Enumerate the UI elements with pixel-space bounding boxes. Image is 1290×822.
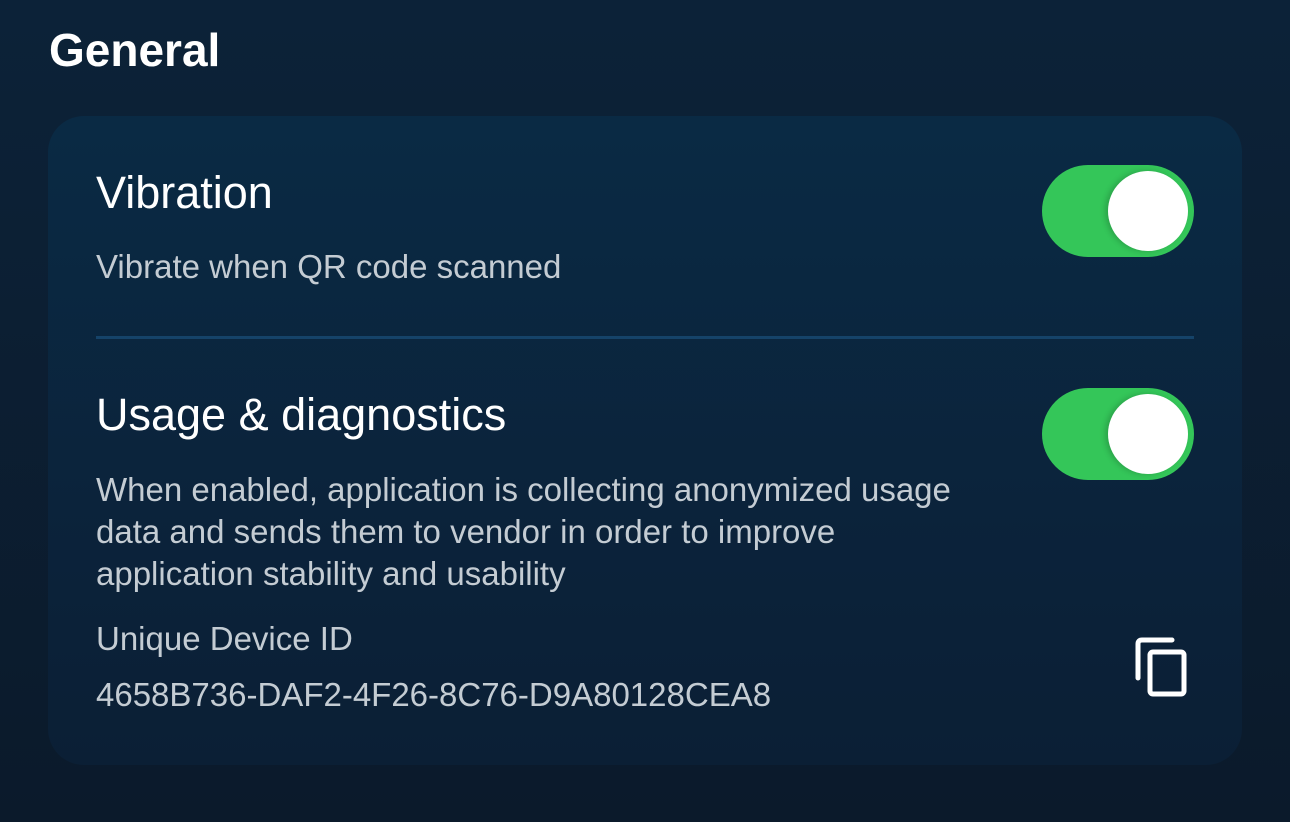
- copy-device-id-button[interactable]: [1130, 634, 1194, 702]
- copy-icon: [1135, 637, 1187, 697]
- general-settings-card: Vibration Vibrate when QR code scanned U…: [48, 116, 1242, 765]
- usage-diagnostics-description: When enabled, application is collecting …: [96, 471, 951, 592]
- vibration-title: Vibration: [96, 167, 273, 218]
- usage-diagnostics-title: Usage & diagnostics: [96, 389, 507, 440]
- vibration-toggle[interactable]: [1042, 165, 1194, 257]
- toggle-knob: [1108, 171, 1188, 251]
- device-id-label: Unique Device ID: [96, 620, 353, 657]
- vibration-description: Vibrate when QR code scanned: [96, 248, 562, 285]
- section-title: General: [49, 24, 221, 76]
- usage-diagnostics-toggle[interactable]: [1042, 388, 1194, 480]
- toggle-knob: [1108, 394, 1188, 474]
- divider: [96, 336, 1194, 339]
- device-id-value: 4658B736-DAF2-4F26-8C76-D9A80128CEA8: [96, 676, 772, 713]
